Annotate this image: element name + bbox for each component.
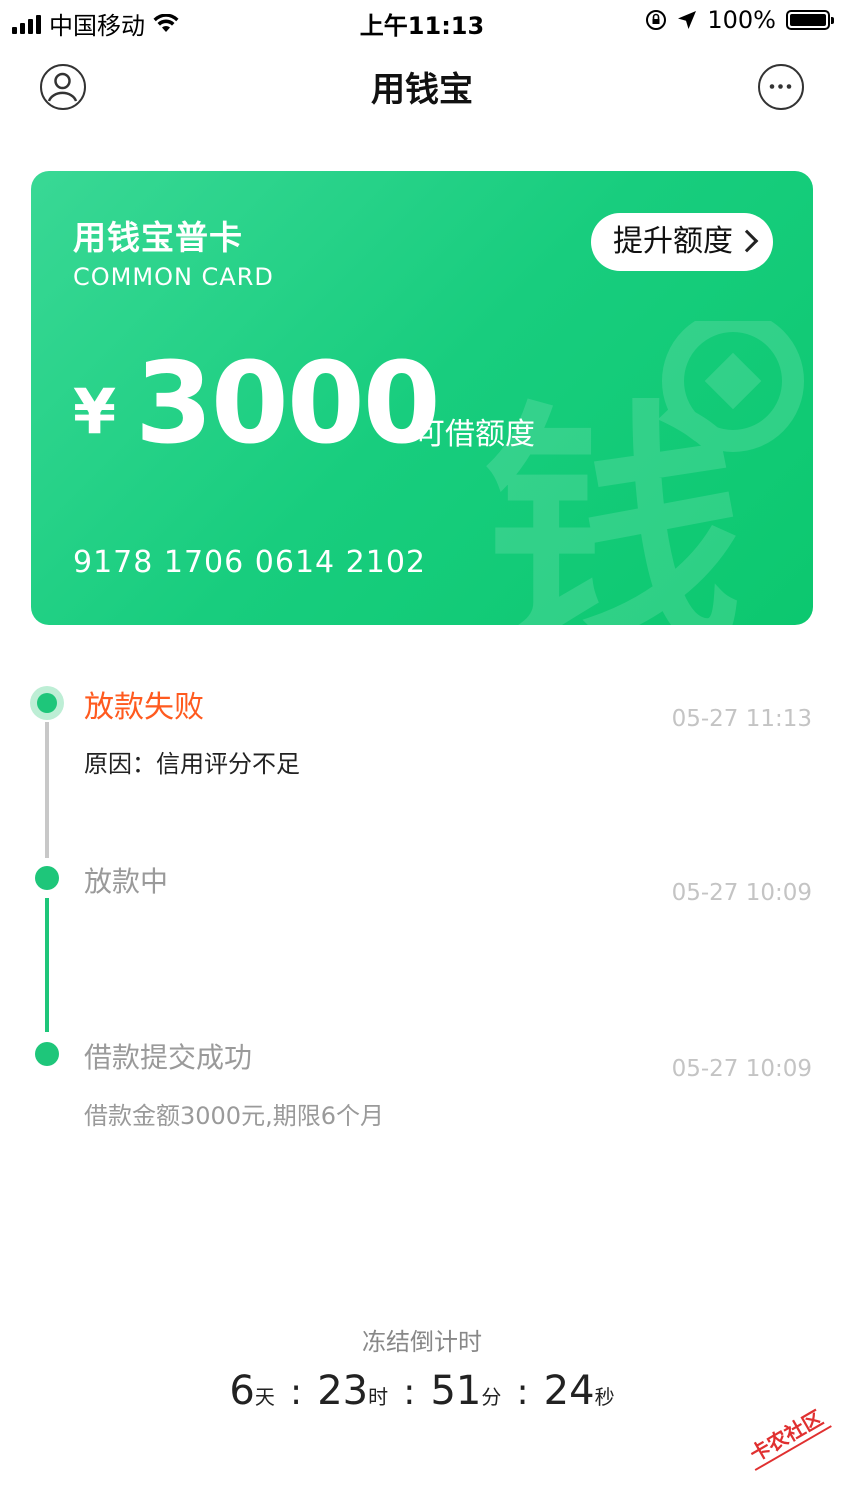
nav-bar: 用钱宝 [0, 44, 844, 128]
more-button[interactable] [758, 64, 804, 110]
countdown-hours: 23 [317, 1368, 369, 1414]
timeline-connector [45, 898, 49, 1032]
freeze-countdown: 6天 : 23时 : 51分 : 24秒 [0, 1368, 844, 1414]
freeze-countdown-label: 冻结倒计时 [362, 1328, 482, 1356]
chevron-right-icon [735, 229, 759, 253]
countdown-seconds-unit: 秒 [594, 1385, 615, 1409]
status-dot [35, 866, 59, 890]
credit-amount-label: 可借额度 [415, 417, 535, 452]
countdown-separator: : [516, 1372, 529, 1413]
timeline-desc: 借款金额3000元,期限6个月 [84, 1102, 384, 1130]
credit-card: 钱 用钱宝普卡 COMMON CARD 提升额度 ¥ 3000 可借额度 917… [31, 171, 813, 625]
rotation-lock-icon [646, 10, 667, 30]
countdown-separator: : [289, 1372, 303, 1413]
credit-amount: 3000 [135, 339, 441, 469]
countdown-days: 6 [229, 1368, 255, 1414]
timeline-title: 放款中 [84, 865, 169, 898]
coin-watermark-icon: 钱 [483, 321, 804, 625]
timeline-title: 借款提交成功 [84, 1041, 253, 1074]
card-title: 用钱宝普卡 [73, 218, 243, 257]
status-bar: 中国移动 上午11:13 100% [0, 0, 844, 44]
countdown-separator: : [403, 1372, 416, 1413]
currency-symbol: ¥ [73, 375, 117, 448]
battery-icon [786, 10, 834, 30]
upgrade-limit-button[interactable]: 提升额度 [591, 213, 773, 271]
timeline-desc: 原因：信用评分不足 [84, 750, 300, 778]
card-number: 9178 1706 0614 2102 [73, 545, 426, 580]
countdown-seconds: 24 [543, 1368, 595, 1414]
timeline-date: 05-27 11:13 [671, 706, 812, 732]
countdown-days-unit: 天 [254, 1385, 275, 1409]
page-title: 用钱宝 [371, 70, 473, 110]
status-right: 100% [645, 6, 834, 34]
more-icon [769, 84, 792, 89]
status-dot-active [30, 686, 64, 720]
location-icon [678, 11, 697, 29]
status-dot [35, 1042, 59, 1066]
battery-percent: 100% [707, 6, 776, 34]
timeline-date: 05-27 10:09 [671, 1056, 812, 1082]
countdown-hours-unit: 时 [368, 1385, 389, 1409]
upgrade-limit-label: 提升额度 [613, 224, 733, 259]
countdown-minutes: 51 [430, 1368, 482, 1414]
card-subtitle: COMMON CARD [73, 263, 274, 291]
timeline-date: 05-27 10:09 [671, 880, 812, 906]
timeline-connector [45, 722, 49, 858]
timeline-title: 放款失败 [84, 690, 204, 725]
countdown-minutes-unit: 分 [481, 1385, 502, 1409]
